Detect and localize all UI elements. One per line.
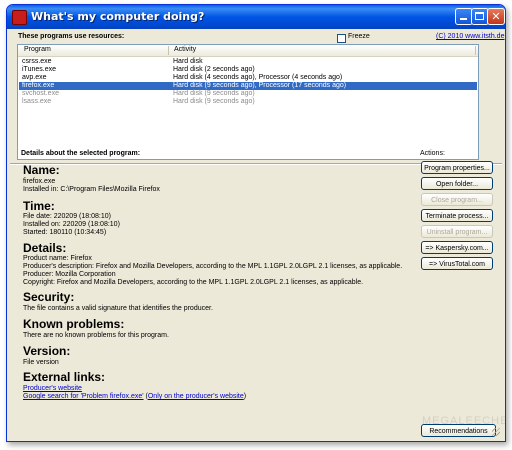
producer-website-link[interactable]: Producer's website [23, 385, 82, 392]
program-name-cell: firefox.exe [22, 82, 55, 89]
minimize-icon [460, 18, 467, 20]
activity-cell: Hard disk [173, 58, 203, 65]
details-heading: Details: [23, 241, 67, 255]
known-problems-text: There are no known problems for this pro… [23, 332, 169, 339]
virustotal-button[interactable]: => VirusTotal.com [421, 257, 493, 270]
window-title: What's my computer doing? [31, 10, 205, 23]
program-name-cell: avp.exe [22, 74, 47, 81]
paren-close: ) [243, 393, 247, 400]
resize-grip[interactable] [492, 428, 500, 436]
producer: Producer: Mozilla Corporation [23, 271, 116, 278]
time-heading: Time: [23, 199, 55, 213]
client-area: These programs use resources: Freeze (C)… [10, 29, 505, 438]
app-window: What's my computer doing? ✕ These progra… [6, 4, 506, 442]
program-name-cell: csrss.exe [22, 58, 52, 65]
program-name-cell: iTunes.exe [22, 66, 56, 73]
list-item[interactable]: csrss.exe Hard disk [19, 58, 477, 66]
freeze-label[interactable]: Freeze [348, 33, 370, 40]
activity-cell: Hard disk (9 seconds ago) [173, 98, 255, 105]
activity-cell: Hard disk (9 seconds ago) [173, 90, 255, 97]
program-name-cell: svchost.exe [22, 90, 59, 97]
close-icon: ✕ [491, 10, 501, 23]
activity-cell: Hard disk (2 seconds ago) [173, 66, 255, 73]
google-links-line: Google search for 'Problem firefox.exe' … [23, 393, 246, 400]
column-divider[interactable] [475, 46, 476, 55]
version-text: File version [23, 359, 59, 366]
resources-section-label: These programs use resources: [18, 33, 125, 40]
version-heading: Version: [23, 344, 71, 358]
kaspersky-button[interactable]: => Kaspersky.com... [421, 241, 493, 254]
external-links-heading: External links: [23, 370, 106, 384]
google-search-link[interactable]: Google search for 'Problem firefox.exe' [23, 393, 144, 400]
details-section-label: Details about the selected program: [21, 150, 141, 157]
title-bar[interactable]: What's my computer doing? ✕ [7, 5, 505, 29]
file-date: File date: 220209 (18:08:10) [23, 213, 111, 220]
list-header: Program Activity [18, 45, 478, 57]
security-text: The file contains a valid signature that… [23, 305, 213, 312]
producer-description: Producer's description: Firefox and Mozi… [23, 263, 403, 270]
started-time: Started: 180110 (10:34:45) [23, 229, 107, 236]
freeze-checkbox[interactable] [337, 34, 346, 43]
column-header-activity[interactable]: Activity [174, 46, 196, 53]
known-problems-heading: Known problems: [23, 317, 125, 331]
close-button[interactable]: ✕ [487, 8, 505, 25]
copyright-link[interactable]: (C) 2010 www.itsth.de [436, 33, 504, 40]
copyright: Copyright: Firefox and Mozilla Developer… [23, 279, 364, 286]
activity-cell: Hard disk (9 seconds ago), Processor (17… [173, 82, 347, 89]
app-icon [12, 10, 27, 25]
install-path: Installed in: C:\Program Files\Mozilla F… [23, 186, 160, 193]
list-item[interactable]: iTunes.exe Hard disk (2 seconds ago) [19, 66, 477, 74]
security-heading: Security: [23, 290, 75, 304]
open-folder-button[interactable]: Open folder... [421, 177, 493, 190]
actions-label: Actions: [420, 150, 445, 157]
program-name-cell: lsass.exe [22, 98, 52, 105]
program-properties-button[interactable]: Program properties... [421, 161, 493, 174]
column-header-program[interactable]: Program [24, 46, 51, 53]
name-heading: Name: [23, 163, 60, 177]
list-item[interactable]: lsass.exe Hard disk (9 seconds ago) [19, 98, 477, 106]
program-list[interactable]: Program Activity csrss.exe Hard disk iTune… [17, 44, 479, 160]
maximize-icon [475, 12, 484, 20]
product-name: Product name: Firefox [23, 255, 92, 262]
recommendations-button[interactable]: Recommendations [421, 424, 496, 437]
activity-cell: Hard disk (4 seconds ago), Processor (4 … [173, 74, 343, 81]
name-value: firefox.exe [23, 178, 56, 185]
terminate-process-button[interactable]: Terminate process... [421, 209, 493, 222]
close-program-button: Close program... [421, 193, 493, 206]
producer-only-link[interactable]: Only on the producer's website [148, 393, 244, 400]
list-item[interactable]: firefox.exe Hard disk (9 seconds ago), Pr… [19, 82, 477, 90]
list-item[interactable]: svchost.exe Hard disk (9 seconds ago) [19, 90, 477, 98]
installed-on: Installed on: 220209 (18:08:10) [23, 221, 120, 228]
list-item[interactable]: avp.exe Hard disk (4 seconds ago), Proces… [19, 74, 477, 82]
column-divider[interactable] [168, 46, 169, 55]
uninstall-program-button: Uninstall program... [421, 225, 493, 238]
